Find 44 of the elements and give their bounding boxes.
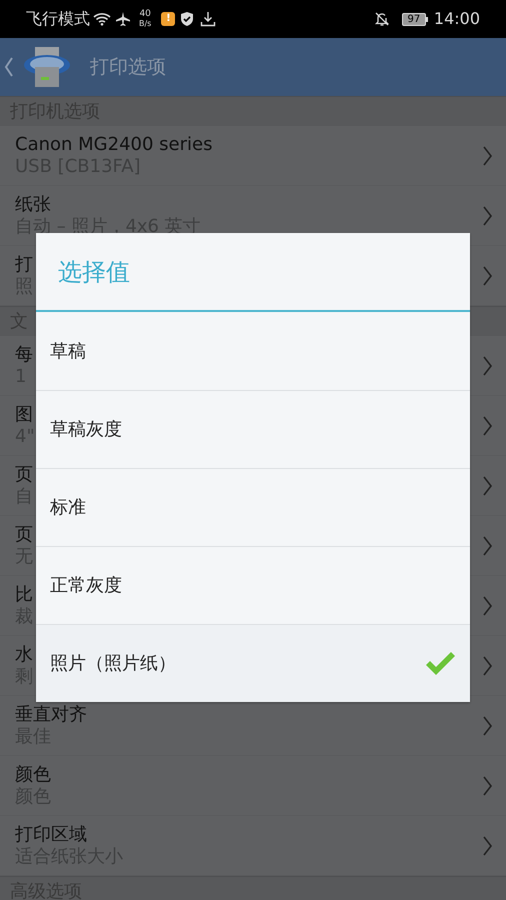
setting-title: 图: [15, 404, 33, 426]
chevron-right-icon: [482, 205, 494, 227]
setting-title: 比: [15, 584, 33, 606]
chevron-right-icon: [482, 715, 494, 737]
chevron-right-icon: [482, 475, 494, 497]
chevron-right-icon: [482, 265, 494, 287]
speed-value: 40: [139, 10, 151, 19]
option-item[interactable]: 标准: [36, 468, 470, 546]
airplane-mode-label: 飞行模式: [26, 8, 90, 30]
dialog-title: 选择值: [58, 256, 130, 288]
chevron-right-icon: [482, 535, 494, 557]
download-icon: [200, 11, 216, 27]
wifi-icon: [93, 12, 111, 26]
printer-icon: [22, 45, 72, 89]
option-item[interactable]: 草稿: [36, 312, 470, 390]
bell-off-icon: [374, 11, 390, 27]
setting-title: 页: [15, 464, 33, 486]
setting-title: 打: [15, 254, 33, 276]
chevron-right-icon: [482, 355, 494, 377]
airplane-icon: [115, 11, 131, 27]
speed-unit: B/s: [139, 19, 152, 28]
setting-title: 页: [15, 524, 33, 546]
chevron-right-icon: [482, 415, 494, 437]
back-icon[interactable]: [4, 56, 14, 78]
setting-title: 水: [15, 644, 33, 666]
setting-title: 颜色: [15, 764, 51, 786]
setting-title: 纸张: [15, 194, 51, 216]
battery-level: 97: [402, 12, 426, 26]
option-item[interactable]: 照片（照片纸）: [36, 624, 470, 702]
chevron-right-icon: [482, 655, 494, 677]
checkmark-icon: [424, 650, 456, 676]
screen-title: 打印选项: [90, 54, 166, 80]
setting-title: 每: [15, 344, 33, 366]
clock: 14:00: [434, 8, 480, 30]
setting-title: Canon MG2400 series: [15, 134, 212, 156]
option-item[interactable]: 草稿灰度: [36, 390, 470, 468]
setting-title: 打印区域: [15, 824, 87, 846]
shield-icon: [180, 11, 194, 27]
chevron-right-icon: [482, 145, 494, 167]
chevron-right-icon: [482, 835, 494, 857]
setting-title: 垂直对齐: [15, 704, 87, 726]
notification-badge: !: [161, 12, 176, 26]
chevron-right-icon: [482, 775, 494, 797]
chevron-right-icon: [482, 595, 494, 617]
